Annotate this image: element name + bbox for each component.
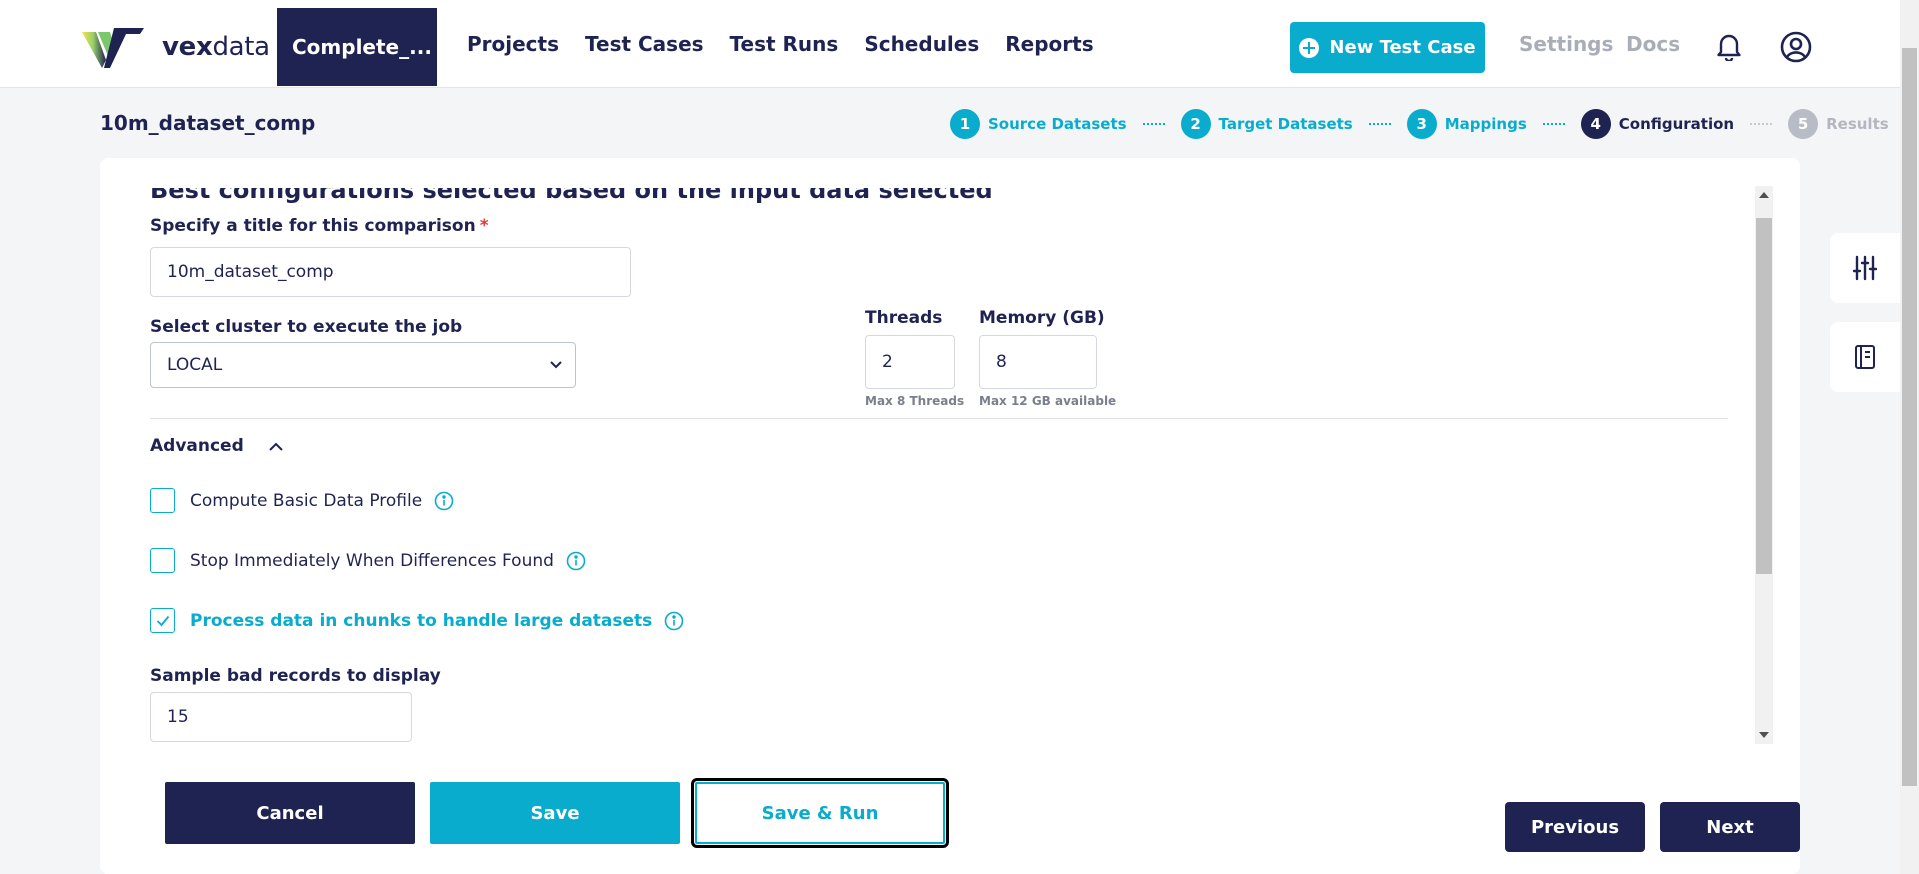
step-number: 5	[1788, 109, 1819, 139]
info-icon[interactable]	[664, 611, 684, 631]
title-label: Specify a title for this comparison *	[150, 216, 489, 236]
scroll-down-arrow-icon[interactable]	[1759, 732, 1769, 738]
threads-label: Threads	[865, 308, 943, 328]
option-stop-immediately[interactable]: Stop Immediately When Differences Found	[150, 548, 586, 573]
page-scrollbar[interactable]	[1900, 0, 1919, 874]
next-button[interactable]: Next	[1660, 802, 1800, 852]
step-label: Source Datasets	[988, 115, 1127, 133]
sample-records-input[interactable]: 15	[150, 692, 412, 742]
step-connector	[1368, 123, 1391, 125]
memory-label: Memory (GB)	[979, 308, 1105, 328]
sliders-icon	[1853, 255, 1877, 281]
content-scrollbar[interactable]	[1755, 186, 1773, 744]
chevron-down-icon	[550, 361, 562, 369]
main-nav: Projects Test Cases Test Runs Schedules …	[467, 0, 1094, 88]
option-compute-profile[interactable]: Compute Basic Data Profile	[150, 488, 454, 513]
sample-records-label: Sample bad records to display	[150, 666, 441, 686]
step-target-datasets[interactable]: 2 Target Datasets	[1180, 109, 1353, 139]
step-connector	[1542, 123, 1565, 125]
info-icon[interactable]	[434, 491, 454, 511]
step-connector	[1142, 123, 1165, 125]
option-label: Compute Basic Data Profile	[190, 490, 423, 511]
configuration-card: Best configurations selected based on th…	[100, 158, 1800, 874]
comparison-title-input[interactable]: 10m_dataset_comp	[150, 247, 631, 297]
option-label: Process data in chunks to handle large d…	[190, 610, 653, 631]
cluster-label: Select cluster to execute the job	[150, 317, 463, 337]
advanced-toggle[interactable]: Advanced	[150, 436, 284, 456]
save-button[interactable]: Save	[430, 782, 680, 844]
bell-icon[interactable]	[1715, 31, 1743, 61]
info-icon[interactable]	[566, 551, 586, 571]
option-label: Stop Immediately When Differences Found	[190, 550, 554, 571]
option-process-chunks[interactable]: Process data in chunks to handle large d…	[150, 608, 684, 633]
page-title: 10m_dataset_comp	[100, 111, 316, 135]
scroll-up-arrow-icon[interactable]	[1759, 192, 1769, 198]
user-circle-icon[interactable]	[1780, 31, 1812, 63]
active-project-tab[interactable]: Complete_...	[277, 8, 437, 86]
section-divider	[150, 418, 1728, 419]
cluster-select-value: LOCAL	[167, 355, 223, 375]
step-connector	[1750, 123, 1773, 125]
step-mappings[interactable]: 3 Mappings	[1406, 109, 1527, 139]
step-number: 1	[950, 109, 980, 139]
advanced-label: Advanced	[150, 436, 244, 456]
plus-circle-icon	[1299, 37, 1320, 58]
step-number: 2	[1180, 109, 1211, 139]
previous-button[interactable]: Previous	[1505, 802, 1645, 852]
filter-tool[interactable]	[1830, 233, 1900, 303]
step-configuration[interactable]: 4 Configuration	[1580, 109, 1735, 139]
required-asterisk: *	[479, 216, 489, 236]
wizard-stepper: 1 Source Datasets 2 Target Datasets 3 Ma…	[950, 109, 1889, 139]
checkbox[interactable]	[150, 488, 175, 513]
threads-hint: Max 8 Threads	[865, 394, 965, 408]
cancel-button[interactable]: Cancel	[165, 782, 415, 844]
step-label: Target Datasets	[1218, 115, 1353, 133]
nav-projects[interactable]: Projects	[467, 32, 559, 56]
new-test-case-label: New Test Case	[1329, 37, 1476, 58]
nav-schedules[interactable]: Schedules	[864, 32, 979, 56]
memory-input[interactable]: 8	[979, 335, 1097, 389]
nav-docs[interactable]: Docs	[1626, 0, 1680, 88]
nav-test-runs[interactable]: Test Runs	[730, 32, 839, 56]
top-navigation-bar: vexdata Complete_... Projects Test Cases…	[0, 0, 1900, 88]
step-number: 4	[1580, 109, 1611, 139]
logo-mark-icon	[82, 28, 144, 68]
save-and-run-button[interactable]: Save & Run	[691, 778, 949, 848]
logo-text: vexdata	[162, 32, 270, 62]
page-scrollbar-thumb[interactable]	[1902, 48, 1917, 786]
nav-reports[interactable]: Reports	[1005, 32, 1093, 56]
step-label: Configuration	[1618, 115, 1735, 133]
step-results[interactable]: 5 Results	[1788, 109, 1889, 139]
logo[interactable]: vexdata	[80, 24, 270, 70]
scrollbar-thumb[interactable]	[1756, 218, 1772, 574]
checkmark-icon	[156, 615, 169, 626]
notebook-icon	[1855, 345, 1875, 369]
nav-test-cases[interactable]: Test Cases	[585, 32, 704, 56]
cluster-select[interactable]: LOCAL	[150, 342, 576, 388]
nav-settings[interactable]: Settings	[1519, 0, 1613, 88]
new-test-case-button[interactable]: New Test Case	[1290, 22, 1485, 73]
memory-hint: Max 12 GB available	[979, 394, 1117, 408]
checkbox[interactable]	[150, 548, 175, 573]
notebook-tool[interactable]	[1830, 322, 1900, 392]
checkbox-checked[interactable]	[150, 608, 175, 633]
chevron-up-icon	[269, 442, 283, 451]
threads-input[interactable]: 2	[865, 335, 955, 389]
step-label: Results	[1826, 115, 1889, 133]
step-source-datasets[interactable]: 1 Source Datasets	[950, 109, 1127, 139]
step-label: Mappings	[1444, 115, 1527, 133]
section-title: Best configurations selected based on th…	[150, 188, 993, 204]
configuration-scroll-area[interactable]: Best configurations selected based on th…	[100, 188, 1770, 743]
step-number: 3	[1406, 109, 1437, 139]
